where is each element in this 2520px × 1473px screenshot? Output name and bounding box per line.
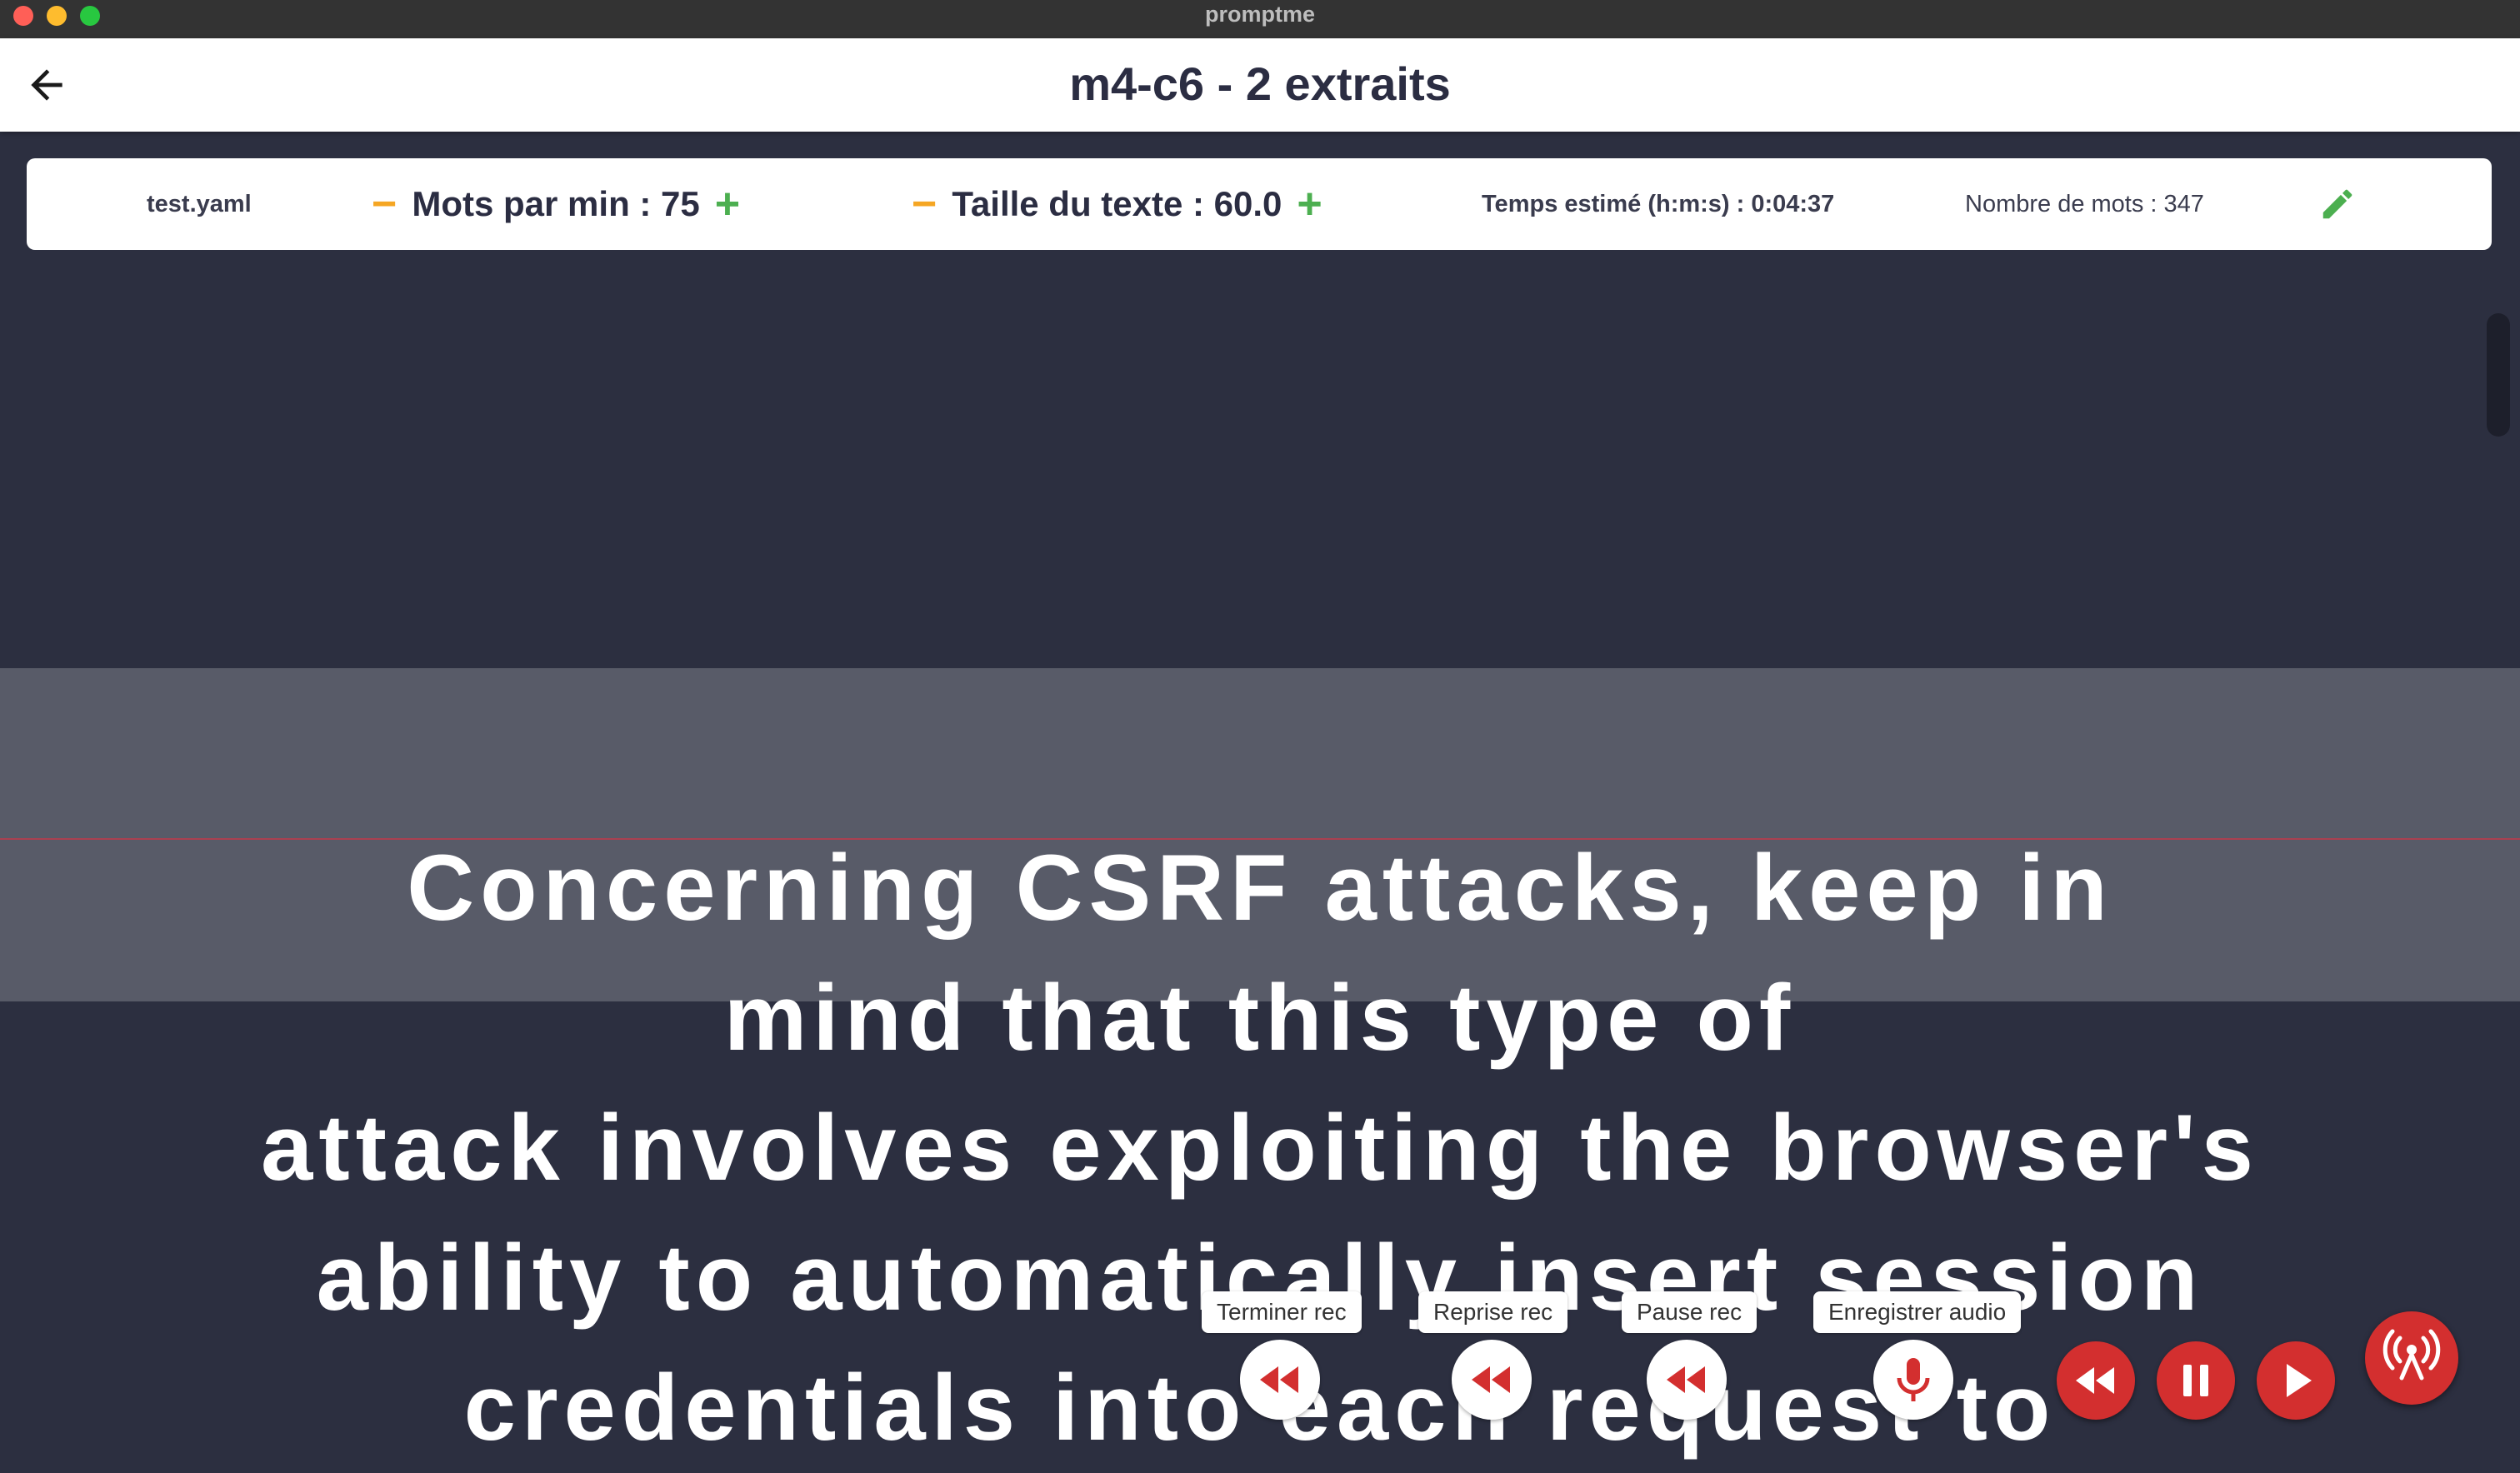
play-button[interactable] — [2257, 1341, 2335, 1420]
broadcast-icon — [2382, 1329, 2441, 1381]
estimated-time-group: Temps estimé (h:m:s) : 0:04:37 — [1482, 158, 1834, 250]
text-size-control: − Taille du texte : 60.0 + — [912, 158, 1322, 250]
word-count: Nombre de mots : 347 — [1965, 190, 2204, 217]
settings-toolbar: test.yaml − Mots par min : 75 + − Taille… — [27, 158, 2492, 250]
estimated-time: Temps estimé (h:m:s) : 0:04:37 — [1482, 190, 1835, 217]
record-audio-button[interactable] — [1873, 1340, 1953, 1420]
resume-recording-button[interactable] — [1452, 1340, 1532, 1420]
script-line: Concerning CSRF attacks, keep in — [407, 836, 2113, 940]
app-header: m4-c6 - 2 extraits — [0, 38, 2520, 132]
broadcast-button[interactable] — [2365, 1311, 2458, 1405]
scrollbar-thumb[interactable] — [2487, 313, 2510, 437]
wpm-decrease-button[interactable]: − — [372, 182, 397, 226]
page-title: m4-c6 - 2 extraits — [1069, 57, 1451, 110]
wpm-increase-button[interactable]: + — [715, 182, 740, 226]
pencil-icon — [2322, 189, 2352, 219]
pause-recording-button[interactable] — [1647, 1340, 1727, 1420]
rewind-icon — [2076, 1367, 2114, 1394]
file-name-group: test.yaml — [147, 158, 252, 250]
text-size-increase-button[interactable]: + — [1297, 182, 1322, 226]
file-name: test.yaml — [147, 190, 252, 217]
window-title: promptme — [1204, 2, 1315, 27]
pause-button[interactable] — [2157, 1341, 2235, 1420]
end-recording-button[interactable] — [1240, 1340, 1320, 1420]
resume-recording-tooltip: Reprise rec — [1418, 1291, 1568, 1333]
rewind-icon — [1667, 1366, 1705, 1393]
pause-recording-tooltip: Pause rec — [1622, 1291, 1758, 1333]
pause-icon — [2183, 1365, 2208, 1396]
end-recording-tooltip: Terminer rec — [1202, 1291, 1362, 1333]
script-line: attack involves exploiting the browser's — [261, 1096, 2259, 1200]
edit-button[interactable] — [2318, 185, 2357, 223]
text-size-decrease-button[interactable]: − — [912, 182, 937, 226]
record-audio-tooltip: Enregistrer audio — [1813, 1291, 2022, 1333]
play-icon — [2287, 1364, 2312, 1397]
microphone-icon — [1897, 1358, 1930, 1401]
wpm-control: − Mots par min : 75 + — [372, 158, 740, 250]
rewind-icon — [1472, 1366, 1510, 1393]
script-line: mind that this type of — [723, 966, 1797, 1070]
window-titlebar: promptme — [0, 0, 2520, 39]
text-size-label: Taille du texte : 60.0 — [952, 184, 1282, 223]
wpm-label: Mots par min : 75 — [412, 184, 700, 223]
rewind-button[interactable] — [2057, 1341, 2135, 1420]
word-count-group: Nombre de mots : 347 — [1965, 158, 2204, 250]
rewind-icon — [1260, 1366, 1298, 1393]
